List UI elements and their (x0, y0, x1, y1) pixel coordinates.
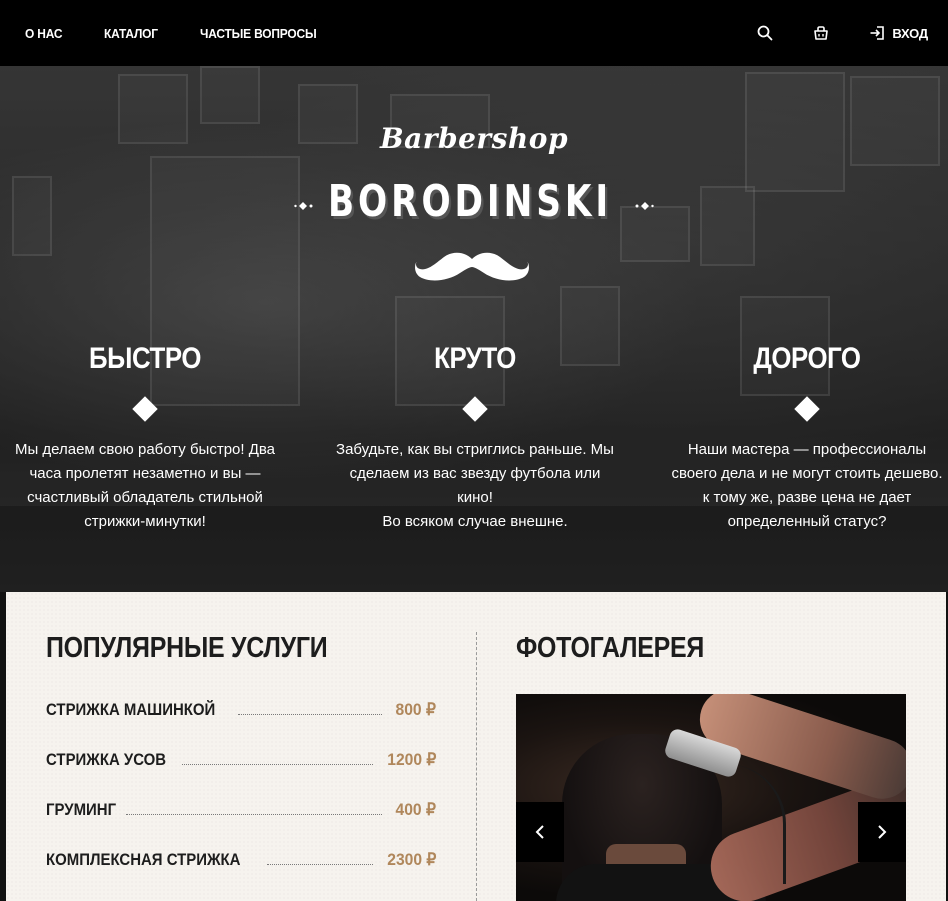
services-title: ПОПУЛЯРНЫЕ УСЛУГИ (46, 632, 328, 664)
service-price: 400 ₽ (395, 800, 436, 819)
login-icon (868, 24, 886, 42)
nav-actions: ВХОД (756, 0, 928, 66)
dotted-leader (182, 764, 373, 765)
feature-text: Забудьте, как вы стриглись раньше. Мы сд… (336, 441, 614, 530)
login-label: ВХОД (892, 25, 928, 41)
column-divider (476, 632, 477, 901)
nav-link-faq[interactable]: ЧАСТЫЕ ВОПРОСЫ (200, 26, 317, 41)
service-item[interactable]: ГРУМИНГ 400 ₽ (46, 796, 436, 820)
feature-cool: КРУТО Забудьте, как вы стриглись раньше.… (330, 342, 620, 534)
service-price: 1200 ₽ (386, 750, 436, 769)
search-icon[interactable] (756, 24, 774, 42)
feature-title: БЫСТРО (89, 342, 201, 375)
service-price: 2300 ₽ (386, 850, 436, 869)
diamond-icon (462, 396, 488, 422)
feature-text: Мы делаем свою работу быстро! Два часа п… (14, 441, 276, 530)
diamond-ornament-icon (294, 202, 313, 210)
nav-link-about[interactable]: О НАС (25, 26, 63, 41)
gallery-title: ФОТОГАЛЕРЕЯ (516, 632, 705, 664)
diamond-ornament-icon (635, 202, 654, 210)
nav-link-catalog[interactable]: КАТАЛОГ (104, 26, 158, 41)
gallery-prev-button[interactable] (516, 802, 564, 862)
feature-text: Наши мастера — профессионалы своего дела… (671, 441, 943, 530)
service-name: СТРИЖКА УСОВ (46, 750, 167, 769)
service-item[interactable]: СТРИЖКА УСОВ 1200 ₽ (46, 746, 436, 770)
logo-main-text: BORODINSKI (328, 176, 613, 227)
hero-section: Barbershop BORODINSKI БЫСТРО Мы делаем с… (0, 66, 948, 592)
top-nav: О НАС КАТАЛОГ ЧАСТЫЕ ВОПРОСЫ ВХОД (0, 0, 948, 66)
logo-script-text: Barbershop (379, 122, 569, 155)
chevron-left-icon (535, 825, 544, 839)
diamond-icon (794, 396, 820, 422)
gallery-next-button[interactable] (858, 802, 906, 862)
gallery-slider (516, 694, 906, 901)
logo-main: BORODINSKI (328, 176, 620, 236)
login-button[interactable]: ВХОД (868, 24, 928, 42)
service-price: 800 ₽ (395, 700, 436, 719)
feature-title: ДОРОГО (753, 342, 861, 375)
service-name: КОМПЛЕКСНАЯ СТРИЖКА (46, 850, 241, 869)
dotted-leader (266, 864, 373, 865)
logo: Barbershop (0, 122, 948, 155)
service-item[interactable]: СТРИЖКА МАШИНКОЙ 800 ₽ (46, 696, 436, 720)
dotted-leader (125, 814, 383, 815)
gallery-photo-part (726, 764, 786, 884)
feature-title: КРУТО (434, 342, 516, 375)
feature-fast: БЫСТРО Мы делаем свою работу быстро! Два… (0, 342, 290, 534)
diamond-icon (132, 396, 158, 422)
basket-icon[interactable] (812, 24, 830, 42)
service-name: ГРУМИНГ (46, 800, 117, 819)
dotted-leader (238, 714, 383, 715)
chevron-right-icon (878, 825, 887, 839)
feature-expensive: ДОРОГО Наши мастера — профессионалы свое… (662, 342, 948, 534)
service-name: СТРИЖКА МАШИНКОЙ (46, 700, 216, 719)
service-item[interactable]: КОМПЛЕКСНАЯ СТРИЖКА 2300 ₽ (46, 846, 436, 870)
mustache-icon (415, 252, 529, 281)
content-section: ПОПУЛЯРНЫЕ УСЛУГИ СТРИЖКА МАШИНКОЙ 800 ₽… (6, 592, 946, 901)
nav-links: О НАС КАТАЛОГ ЧАСТЫЕ ВОПРОСЫ (25, 26, 365, 41)
